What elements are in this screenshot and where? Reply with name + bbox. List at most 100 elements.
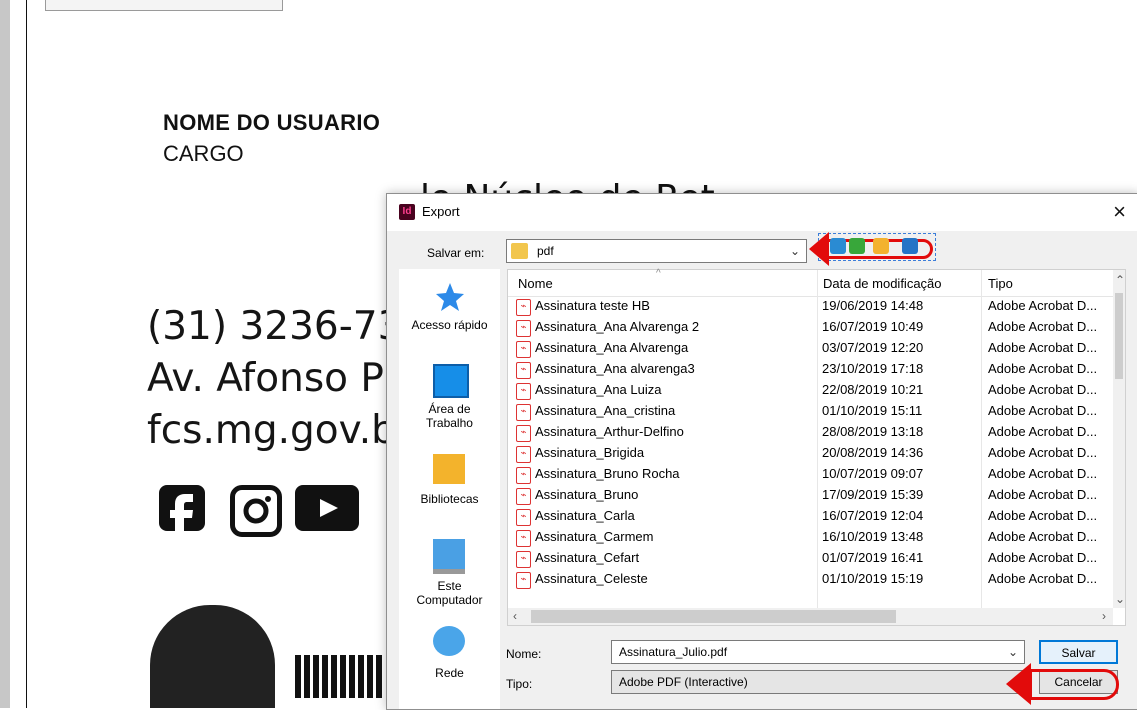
horizontal-scrollbar[interactable]: ‹ › bbox=[508, 608, 1113, 625]
view-menu-icon[interactable] bbox=[902, 238, 918, 254]
signature-user-name: NOME DO USUARIO bbox=[163, 110, 381, 135]
file-row[interactable]: ⌁ Assinatura_Ana Alvarenga 2 16/07/2019 10… bbox=[508, 317, 1113, 338]
file-date-cell: 17/09/2019 15:39 bbox=[822, 487, 924, 502]
organization-logo-icon bbox=[150, 605, 275, 708]
library-folder-icon bbox=[433, 454, 465, 484]
save-in-dropdown[interactable]: pdf ⌄ bbox=[506, 239, 807, 263]
file-type-cell: Adobe Acrobat D... bbox=[988, 445, 1098, 460]
file-type-cell: Adobe Acrobat D... bbox=[988, 424, 1098, 439]
file-type-cell: Adobe Acrobat D... bbox=[988, 529, 1098, 544]
sidebar-label-computer: Este Computador bbox=[416, 579, 483, 607]
file-name-cell: Assinatura_Ana_cristina bbox=[535, 403, 676, 418]
file-row[interactable]: ⌁ Assinatura_Ana Alvarenga 03/07/2019 12:2… bbox=[508, 338, 1113, 359]
vertical-scroll-thumb[interactable] bbox=[1115, 293, 1123, 379]
export-dialog: Id Export × Salvar em: pdf ⌄ Acesso rápi… bbox=[386, 193, 1137, 710]
file-name-cell: Assinatura_Bruno bbox=[535, 487, 639, 502]
file-row[interactable]: ⌁ Assinatura_Ana alvarenga3 23/10/2019 17:… bbox=[508, 359, 1113, 380]
scroll-up-icon[interactable]: ⌃ bbox=[1115, 273, 1125, 287]
pdf-file-icon: ⌁ bbox=[516, 383, 531, 400]
file-row[interactable]: ⌁ Assinatura_Cefart 01/07/2019 16:41 Adobe … bbox=[508, 548, 1113, 569]
file-type-label: Tipo: bbox=[506, 677, 533, 691]
file-date-cell: 22/08/2019 10:21 bbox=[822, 382, 924, 397]
pdf-file-icon: ⌁ bbox=[516, 530, 531, 547]
file-date-cell: 19/06/2019 14:48 bbox=[822, 298, 924, 313]
network-icon bbox=[433, 626, 465, 656]
file-type-cell: Adobe Acrobat D... bbox=[988, 403, 1098, 418]
back-icon[interactable] bbox=[830, 238, 846, 254]
file-type-dropdown[interactable]: Adobe PDF (Interactive) ⌄ bbox=[611, 670, 1025, 694]
file-row[interactable]: ⌁ Assinatura_Carla 16/07/2019 12:04 Adobe A… bbox=[508, 506, 1113, 527]
file-row[interactable]: ⌁ Assinatura_Ana_cristina 01/10/2019 15:11… bbox=[508, 401, 1113, 422]
column-header-type[interactable]: Tipo bbox=[988, 276, 1013, 291]
file-type-cell: Adobe Acrobat D... bbox=[988, 361, 1098, 376]
file-type-cell: Adobe Acrobat D... bbox=[988, 319, 1098, 334]
file-name-input[interactable]: Assinatura_Julio.pdf ⌄ bbox=[611, 640, 1025, 664]
scroll-right-icon[interactable]: › bbox=[1102, 609, 1106, 623]
file-type-cell: Adobe Acrobat D... bbox=[988, 571, 1098, 586]
pdf-file-icon: ⌁ bbox=[516, 404, 531, 421]
close-icon[interactable]: × bbox=[1113, 199, 1126, 225]
file-row[interactable]: ⌁ Assinatura_Ana Luiza 22/08/2019 10:21 Ado… bbox=[508, 380, 1113, 401]
file-date-cell: 23/10/2019 17:18 bbox=[822, 361, 924, 376]
file-name-cell: Assinatura_Bruno Rocha bbox=[535, 466, 680, 481]
file-name-value: Assinatura_Julio.pdf bbox=[619, 645, 728, 659]
file-name-cell: Assinatura_Arthur-Delfino bbox=[535, 424, 684, 439]
column-header-name[interactable]: Nome bbox=[518, 276, 553, 291]
file-name-cell: Assinatura_Ana Alvarenga 2 bbox=[535, 319, 700, 334]
sidebar-item-network[interactable]: Rede bbox=[399, 626, 500, 686]
file-row[interactable]: ⌁ Assinatura_Bruno 17/09/2019 15:39 Adobe A… bbox=[508, 485, 1113, 506]
desktop-icon bbox=[433, 364, 469, 398]
file-date-cell: 01/10/2019 15:19 bbox=[822, 571, 924, 586]
file-name-cell: Assinatura teste HB bbox=[535, 298, 650, 313]
pdf-file-icon: ⌁ bbox=[516, 509, 531, 526]
file-row[interactable]: ⌁ Assinatura_Celeste 01/10/2019 15:19 Adobe… bbox=[508, 569, 1113, 590]
sidebar-label-network: Rede bbox=[435, 666, 464, 680]
file-name-cell: Assinatura_Brigida bbox=[535, 445, 645, 460]
file-type-value: Adobe PDF (Interactive) bbox=[619, 675, 748, 689]
file-row[interactable]: ⌁ Assinatura_Bruno Rocha 10/07/2019 09:07 A… bbox=[508, 464, 1113, 485]
facebook-icon bbox=[159, 485, 205, 531]
column-header-date-modified[interactable]: Data de modificação bbox=[823, 276, 942, 291]
pdf-file-icon: ⌁ bbox=[516, 551, 531, 568]
sidebar-item-computer[interactable]: Este Computador bbox=[399, 539, 500, 614]
file-list[interactable]: Nome ^ Data de modificação Tipo ⌁ Assinat… bbox=[507, 268, 1126, 626]
file-date-cell: 16/10/2019 13:48 bbox=[822, 529, 924, 544]
file-date-cell: 20/08/2019 14:36 bbox=[822, 445, 924, 460]
signature-job-title: CARGO bbox=[163, 141, 244, 166]
file-type-cell: Adobe Acrobat D... bbox=[988, 508, 1098, 523]
file-name-cell: Assinatura_Ana Luiza bbox=[535, 382, 662, 397]
sidebar-item-quick-access[interactable]: Acesso rápido bbox=[399, 281, 500, 346]
scroll-down-icon[interactable]: ⌄ bbox=[1115, 592, 1125, 606]
file-name-cell: Assinatura_Ana alvarenga3 bbox=[535, 361, 695, 376]
pdf-file-icon: ⌁ bbox=[516, 341, 531, 358]
pdf-file-icon: ⌁ bbox=[516, 299, 531, 316]
document-left-edge bbox=[26, 0, 27, 708]
file-date-cell: 03/07/2019 12:20 bbox=[822, 340, 924, 355]
chevron-down-icon: ⌄ bbox=[1007, 645, 1018, 659]
scroll-left-icon[interactable]: ‹ bbox=[513, 609, 517, 623]
dialog-titlebar: Id Export × bbox=[387, 194, 1137, 231]
pdf-file-icon: ⌁ bbox=[516, 320, 531, 337]
file-row[interactable]: ⌁ Assinatura teste HB 19/06/2019 14:48 Adob… bbox=[508, 296, 1113, 317]
file-row[interactable]: ⌁ Assinatura_Carmem 16/10/2019 13:48 Adobe … bbox=[508, 527, 1113, 548]
signature-address: Av. Afonso P bbox=[147, 356, 384, 401]
left-workspace-rail bbox=[0, 0, 10, 708]
file-name-cell: Assinatura_Ana Alvarenga bbox=[535, 340, 689, 355]
file-date-cell: 01/10/2019 15:11 bbox=[822, 403, 923, 418]
sidebar-label-desktop: Área de Trabalho bbox=[426, 402, 473, 430]
pdf-file-icon: ⌁ bbox=[516, 572, 531, 589]
new-folder-icon[interactable] bbox=[873, 238, 889, 254]
save-button[interactable]: Salvar bbox=[1039, 640, 1118, 664]
vertical-scrollbar[interactable]: ⌃ ⌄ bbox=[1113, 270, 1125, 608]
signature-website: fcs.mg.gov.b bbox=[147, 408, 396, 453]
file-row[interactable]: ⌁ Assinatura_Arthur-Delfino 28/08/2019 13:… bbox=[508, 422, 1113, 443]
file-date-cell: 01/07/2019 16:41 bbox=[822, 550, 924, 565]
sort-ascending-icon: ^ bbox=[656, 268, 661, 279]
horizontal-scroll-thumb[interactable] bbox=[531, 610, 896, 623]
sidebar-item-desktop[interactable]: Área de Trabalho bbox=[399, 364, 500, 434]
pdf-file-icon: ⌁ bbox=[516, 467, 531, 484]
sidebar-item-libraries[interactable]: Bibliotecas bbox=[399, 454, 500, 509]
file-row[interactable]: ⌁ Assinatura_Brigida 20/08/2019 14:36 Adobe… bbox=[508, 443, 1113, 464]
pdf-file-icon: ⌁ bbox=[516, 425, 531, 442]
up-folder-icon[interactable] bbox=[849, 238, 865, 254]
